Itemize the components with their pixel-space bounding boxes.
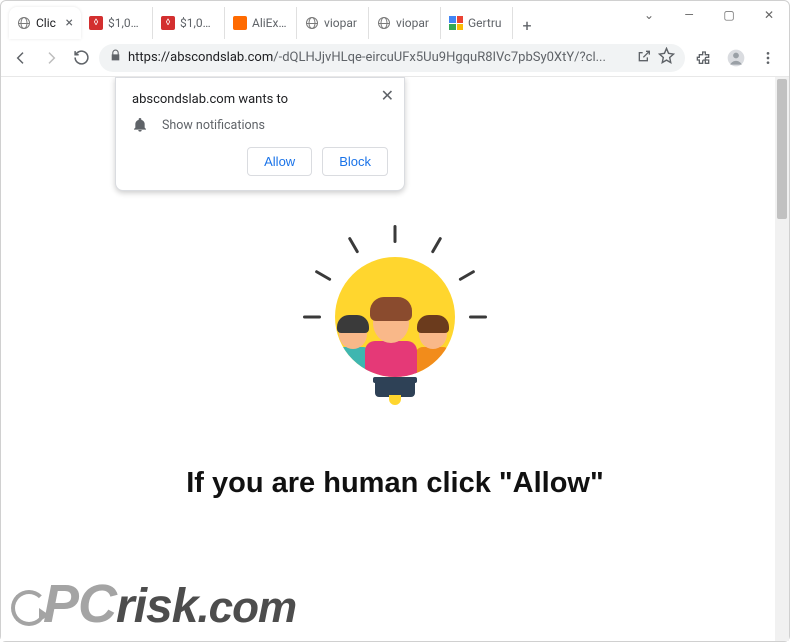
- url-text: https://abscondslab.com/-dQLHJjvHLqe-eir…: [128, 50, 630, 65]
- tab[interactable]: AliExpr: [225, 7, 297, 39]
- favicon-icon: ◊: [89, 16, 103, 30]
- titlebar: Clic × ◊ $1,000 ◊ $1,000 AliExpr viopar: [1, 1, 789, 39]
- address-bar[interactable]: https://abscondslab.com/-dQLHJjvHLqe-eir…: [99, 44, 685, 72]
- star-icon[interactable]: [658, 47, 675, 68]
- permission-text: Show notifications: [162, 118, 265, 133]
- allow-button[interactable]: Allow: [247, 147, 312, 176]
- tab-active[interactable]: Clic ×: [9, 7, 81, 39]
- favicon-icon: [233, 16, 247, 30]
- tab-title: Clic: [36, 16, 61, 30]
- notification-permission-dialog: ✕ abscondslab.com wants to Show notifica…: [115, 77, 405, 191]
- window-controls: ⌄ — ▢ ✕: [629, 1, 789, 29]
- toolbar: https://abscondslab.com/-dQLHJjvHLqe-eir…: [1, 39, 789, 77]
- tab[interactable]: ◊ $1,000: [153, 7, 225, 39]
- close-icon[interactable]: ×: [66, 15, 73, 31]
- favicon-icon: ◊: [161, 16, 175, 30]
- new-tab-button[interactable]: +: [513, 11, 541, 39]
- scrollbar[interactable]: [775, 77, 789, 641]
- chevron-down-icon[interactable]: ⌄: [629, 1, 669, 29]
- forward-button[interactable]: [39, 46, 63, 70]
- bulb-icon: [335, 257, 455, 377]
- menu-icon[interactable]: [755, 45, 781, 71]
- globe-icon: [377, 16, 391, 30]
- share-icon[interactable]: [636, 48, 652, 68]
- tab[interactable]: viopar: [369, 7, 441, 39]
- permission-title: abscondslab.com wants to: [132, 92, 388, 107]
- close-icon[interactable]: ✕: [381, 86, 394, 105]
- lock-icon: [109, 49, 122, 66]
- permission-buttons: Allow Block: [132, 147, 388, 176]
- page-content: ✕ abscondslab.com wants to Show notifica…: [1, 77, 789, 641]
- bell-icon: [132, 117, 148, 133]
- globe-icon: [305, 16, 319, 30]
- refresh-icon: [11, 590, 47, 626]
- minimize-button[interactable]: —: [669, 1, 709, 29]
- close-button[interactable]: ✕: [749, 1, 789, 29]
- tab-strip: Clic × ◊ $1,000 ◊ $1,000 AliExpr viopar: [9, 3, 541, 39]
- extensions-icon[interactable]: [691, 45, 717, 71]
- person-right-icon: [419, 319, 451, 377]
- tab-title: viopar: [396, 16, 432, 30]
- back-button[interactable]: [9, 46, 33, 70]
- tab[interactable]: viopar: [297, 7, 369, 39]
- person-center-icon: [373, 303, 417, 377]
- tab[interactable]: ◊ $1,000: [81, 7, 153, 39]
- browser-window: Clic × ◊ $1,000 ◊ $1,000 AliExpr viopar: [0, 0, 790, 642]
- scrollbar-thumb[interactable]: [777, 79, 787, 219]
- bulb-tip-icon: [389, 395, 401, 405]
- tab-title: $1,000: [108, 16, 144, 30]
- tab[interactable]: Gertru: [441, 7, 513, 39]
- maximize-button[interactable]: ▢: [709, 1, 749, 29]
- tab-title: Gertru: [468, 16, 504, 30]
- page-headline: If you are human click "Allow": [1, 467, 789, 500]
- profile-icon[interactable]: [723, 45, 749, 71]
- lightbulb-illustration: [285, 217, 505, 417]
- favicon-icon: [449, 16, 463, 30]
- tab-title: $1,000: [180, 16, 216, 30]
- permission-row: Show notifications: [132, 117, 388, 133]
- reload-button[interactable]: [69, 46, 93, 70]
- watermark: PCrisk.com: [11, 573, 296, 635]
- globe-icon: [17, 16, 31, 30]
- block-button[interactable]: Block: [322, 147, 388, 176]
- tab-title: AliExpr: [252, 16, 288, 30]
- tab-title: viopar: [324, 16, 360, 30]
